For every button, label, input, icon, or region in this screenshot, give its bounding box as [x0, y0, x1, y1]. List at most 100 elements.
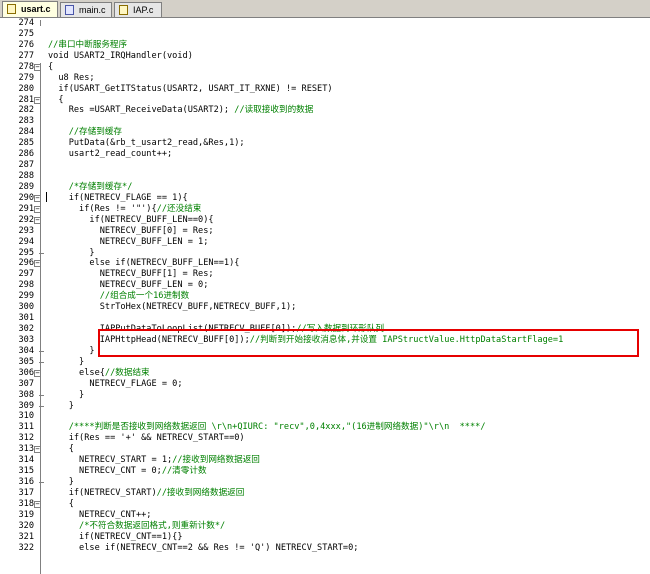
code-line: PutData(&rb_t_usart2_read,&Res,1);	[48, 138, 245, 149]
code-line: if(NETRECV_CNT==1){}	[48, 531, 183, 542]
line-number: 303	[18, 334, 34, 345]
line-number: 292	[18, 214, 34, 225]
line-number: 312	[18, 433, 34, 444]
fold-toggle-icon[interactable]: −	[34, 205, 41, 213]
line-number: 278	[18, 61, 34, 72]
line-number: 315	[18, 466, 34, 477]
fold-toggle-icon[interactable]: −	[34, 446, 41, 454]
code-line: //组合成一个16进制数	[99, 291, 190, 302]
tab-iap-c[interactable]: IAP.c	[114, 2, 162, 17]
fold-toggle-icon[interactable]: −	[34, 216, 41, 224]
line-number: 288	[18, 171, 34, 182]
line-number: 318	[18, 498, 34, 509]
fold-toggle-icon[interactable]: −	[34, 369, 41, 377]
fold-end-marker	[39, 405, 44, 407]
line-number: 284	[18, 127, 34, 138]
line-number: 305	[18, 356, 34, 367]
code-line: NETRECV_CNT = 0;//清零计数	[48, 466, 207, 477]
code-line: if(NETRECV_BUFF_LEN==0){	[48, 214, 214, 225]
line-number: 307	[18, 378, 34, 389]
line-number: 302	[18, 324, 34, 335]
line-number: 290	[18, 192, 34, 203]
line-number: 320	[18, 520, 34, 531]
code-line: //串口中断服务程序	[48, 39, 128, 50]
code-line: //存储到缓存	[68, 127, 123, 138]
line-number: 281	[18, 94, 34, 105]
code-line: NETRECV_BUFF[0] = Res;	[48, 225, 214, 236]
fold-toggle-icon[interactable]: −	[34, 96, 41, 104]
line-number: 314	[18, 455, 34, 466]
code-line: Res =USART_ReceiveData(USART2); //读取接收到的…	[48, 105, 314, 116]
tab-label: IAP.c	[133, 5, 154, 15]
line-number: 297	[18, 269, 34, 280]
code-area[interactable]: //串口中断服务程序 void USART2_IRQHandler(void){ …	[46, 18, 650, 574]
code-line: NETRECV_START = 1;//接收到网络数据返回	[48, 455, 260, 466]
code-line: }	[48, 247, 95, 258]
line-number: 294	[18, 236, 34, 247]
code-line: {	[48, 94, 64, 105]
line-number: 282	[18, 105, 34, 116]
line-number: 293	[18, 225, 34, 236]
tab-label: usart.c	[21, 4, 51, 14]
code-line: {	[48, 61, 54, 72]
code-line: }	[48, 356, 85, 367]
tab-main-c[interactable]: main.c	[60, 2, 112, 17]
line-number: 309	[18, 400, 34, 411]
code-line: usart2_read_count++;	[48, 149, 173, 160]
code-line: else{//数据结束	[48, 367, 150, 378]
text-cursor	[46, 192, 47, 202]
line-number: 275	[18, 28, 34, 39]
line-number: 277	[18, 50, 34, 61]
line-number: 311	[18, 422, 34, 433]
code-line: else if(NETRECV_BUFF_LEN==1){	[48, 258, 240, 269]
line-number: 276	[18, 39, 34, 50]
code-line: if(USART_GetITStatus(USART2, USART_IT_RX…	[48, 83, 333, 94]
code-line: StrToHex(NETRECV_BUFF,NETRECV_BUFF,1);	[48, 302, 297, 313]
line-number: 317	[18, 487, 34, 498]
line-number: 304	[18, 345, 34, 356]
code-line: }	[48, 389, 85, 400]
line-number: 274	[18, 18, 34, 28]
fold-toggle-icon[interactable]: −	[34, 63, 41, 71]
code-line: /*存储到缓存*/	[68, 181, 133, 192]
code-line: void USART2_IRQHandler(void)	[48, 50, 193, 61]
line-number: 316	[18, 477, 34, 488]
line-number: 287	[18, 160, 34, 171]
line-number: 283	[18, 116, 34, 127]
line-number: 300	[18, 302, 34, 313]
fold-end-marker	[39, 350, 44, 352]
code-line: else if(NETRECV_CNT==2 && Res != 'Q') NE…	[48, 542, 359, 553]
c-file-icon	[65, 5, 74, 15]
fold-end-marker	[39, 482, 44, 484]
code-line: /****判断是否接收到网络数据返回 \r\n+QIURC: "recv",0,…	[68, 422, 486, 433]
fold-margin: − − − − − − − − −	[34, 18, 46, 574]
line-number: 306	[18, 367, 34, 378]
highlight-box	[98, 329, 639, 357]
tab-usart-c[interactable]: usart.c	[2, 1, 58, 17]
code-line: if(NETRECV_START)//接收到网络数据返回	[48, 487, 245, 498]
line-number: 280	[18, 83, 34, 94]
c-file-icon	[7, 4, 16, 14]
code-editor[interactable]: − − − − − − − − − //串口中断服务程序 void USART2_IRQHandl…	[0, 18, 650, 574]
c-file-icon	[119, 5, 128, 15]
code-line: if(NETRECV_FLAGE == 1){	[48, 192, 188, 203]
code-line: /*不符合数据返回格式,则重新计数*/	[79, 520, 226, 531]
line-number: 286	[18, 149, 34, 160]
line-number: 296	[18, 258, 34, 269]
code-line: }	[48, 477, 74, 488]
line-number: 289	[18, 181, 34, 192]
line-number: 310	[18, 411, 34, 422]
fold-toggle-icon[interactable]: −	[34, 194, 41, 202]
line-number: 319	[18, 509, 34, 520]
code-line: {	[48, 444, 74, 455]
line-number: 308	[18, 389, 34, 400]
code-line: NETRECV_BUFF_LEN = 1;	[48, 236, 209, 247]
line-number: 298	[18, 280, 34, 291]
tab-label: main.c	[79, 5, 106, 15]
code-line: NETRECV_BUFF[1] = Res;	[48, 269, 214, 280]
fold-toggle-icon[interactable]: −	[34, 260, 41, 268]
line-number: 285	[18, 138, 34, 149]
fold-toggle-icon[interactable]: −	[34, 500, 41, 508]
line-number: 313	[18, 444, 34, 455]
code-line: NETRECV_CNT++;	[48, 509, 152, 520]
